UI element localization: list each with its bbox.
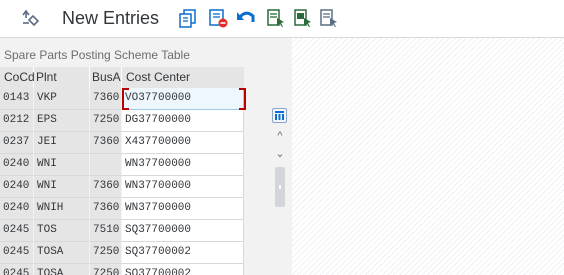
- cost-center-input[interactable]: WN37700000: [122, 154, 244, 176]
- cell-plnt: JEI: [34, 132, 90, 154]
- deselect-all-icon[interactable]: [318, 7, 340, 29]
- data-table: CoCd Plnt BusA Cost Center 0143 VKP 7360…: [0, 67, 246, 275]
- cell-busa: 7250: [90, 242, 122, 264]
- cost-center-input[interactable]: SQ37700002: [122, 264, 244, 275]
- cell-cocd: 0245: [0, 242, 34, 264]
- cost-center-input[interactable]: X437700000: [122, 132, 244, 154]
- table-title: Spare Parts Posting Scheme Table: [4, 48, 190, 62]
- cell-cocd: 0240: [0, 154, 34, 176]
- cell-busa: 7250: [90, 110, 122, 132]
- cost-center-input[interactable]: WN37700000: [122, 198, 244, 220]
- cell-busa: 7360: [90, 198, 122, 220]
- table-row[interactable]: 0240 WNIH 7360 WN37700000: [0, 198, 244, 220]
- cell-busa: 7510: [90, 220, 122, 242]
- cell-cocd: 0237: [0, 132, 34, 154]
- table-row[interactable]: 0237 JEI 7360 X437700000: [0, 132, 244, 154]
- cell-plnt: VKP: [34, 88, 90, 110]
- column-header-cocd[interactable]: CoCd: [0, 67, 35, 88]
- cell-plnt: TOSA: [34, 242, 90, 264]
- table-row[interactable]: 0240 WNI WN37700000: [0, 154, 244, 176]
- table-row[interactable]: 0212 EPS 7250 DG37700000: [0, 110, 244, 132]
- cell-plnt: WNI: [34, 176, 90, 198]
- cell-plnt: TOS: [34, 220, 90, 242]
- page-title: New Entries: [62, 8, 160, 28]
- application-toolbar: New Entries: [0, 0, 564, 37]
- cell-busa: 7360: [90, 132, 122, 154]
- cell-busa: [90, 154, 122, 176]
- table-panel: Spare Parts Posting Scheme Table CoCd Pl…: [0, 38, 292, 275]
- cell-cocd: 0240: [0, 176, 34, 198]
- cost-center-input[interactable]: DG37700000: [122, 110, 244, 132]
- cell-plnt: WNIH: [34, 198, 90, 220]
- select-all-icon[interactable]: [265, 7, 287, 29]
- table-row[interactable]: 0245 TOSA 7250 SQ37700002: [0, 242, 244, 264]
- cell-plnt: WNI: [34, 154, 90, 176]
- table-row[interactable]: 0245 TOSA 7250 SQ37700002: [0, 264, 244, 275]
- column-header-plnt[interactable]: Plnt: [34, 67, 90, 88]
- scroll-down-icon[interactable]: ⌄: [270, 145, 290, 163]
- display-change-icon[interactable]: [20, 7, 42, 29]
- cell-cocd: 0245: [0, 220, 34, 242]
- table-settings-icon[interactable]: [272, 108, 287, 123]
- column-header-cost-center[interactable]: Cost Center: [122, 67, 244, 88]
- cell-busa: 7250: [90, 264, 122, 275]
- cell-cocd: 0240: [0, 198, 34, 220]
- cost-center-input[interactable]: SQ37700000: [122, 220, 244, 242]
- cost-center-input[interactable]: WN37700000: [122, 176, 244, 198]
- cell-plnt: TOSA: [34, 264, 90, 275]
- undo-icon[interactable]: [235, 7, 257, 29]
- cell-busa: 7360: [90, 88, 122, 110]
- select-block-icon[interactable]: [292, 7, 314, 29]
- table-row[interactable]: 0240 WNI 7360 WN37700000: [0, 176, 244, 198]
- table-header: CoCd Plnt BusA Cost Center: [0, 67, 244, 88]
- cost-center-input[interactable]: VO37700000: [122, 88, 244, 110]
- table-row[interactable]: 0143 VKP 7360 VO37700000: [0, 88, 244, 110]
- copy-as-icon[interactable]: [177, 7, 199, 29]
- cell-plnt: EPS: [34, 110, 90, 132]
- cell-cocd: 0212: [0, 110, 34, 132]
- empty-area-background: [292, 38, 564, 275]
- scroll-up-icon[interactable]: ^: [270, 127, 290, 145]
- scrollbar-thumb[interactable]: [275, 167, 285, 207]
- cost-center-input[interactable]: SQ37700002: [122, 242, 244, 264]
- cell-busa: 7360: [90, 176, 122, 198]
- cell-cocd: 0143: [0, 88, 34, 110]
- column-header-busa[interactable]: BusA: [90, 67, 122, 88]
- table-row[interactable]: 0245 TOS 7510 SQ37700000: [0, 220, 244, 242]
- delete-icon[interactable]: [207, 7, 229, 29]
- cell-cocd: 0245: [0, 264, 34, 275]
- table-scrollbar: ^ ⌄: [270, 105, 290, 275]
